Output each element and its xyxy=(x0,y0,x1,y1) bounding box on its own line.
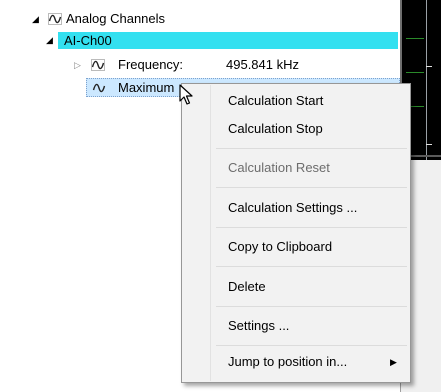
menu-separator xyxy=(216,266,407,267)
menu-item-jump-to-position[interactable]: Jump to position in... xyxy=(228,352,347,372)
axis-tick xyxy=(426,144,432,145)
menu-item-settings[interactable]: Settings ... xyxy=(228,316,289,336)
maximum-label: Maximum xyxy=(118,80,175,95)
tree-item-frequency[interactable]: Frequency: xyxy=(118,56,183,74)
menu-item-delete[interactable]: Delete xyxy=(228,277,266,297)
expanded-triangle-icon[interactable]: ◢ xyxy=(46,31,53,49)
axis-tick xyxy=(426,66,432,67)
menu-item-calculation-settings[interactable]: Calculation Settings ... xyxy=(228,198,357,218)
collapsed-triangle-icon[interactable]: ▷ xyxy=(74,56,81,74)
menu-separator xyxy=(216,306,407,307)
menu-item-copy-to-clipboard[interactable]: Copy to Clipboard xyxy=(228,237,332,257)
sine-wave-icon xyxy=(91,59,105,71)
menu-separator xyxy=(216,345,407,346)
expanded-triangle-icon[interactable]: ◢ xyxy=(32,10,39,28)
submenu-arrow-icon: ▶ xyxy=(390,357,397,367)
frequency-value: 495.841 kHz xyxy=(226,57,299,72)
menu-item-calculation-reset: Calculation Reset xyxy=(228,160,330,175)
menu-separator xyxy=(216,187,407,188)
context-menu: Calculation Start Calculation Stop Calcu… xyxy=(181,83,411,383)
menu-separator xyxy=(216,148,407,149)
chart-border xyxy=(426,0,427,160)
grid-line xyxy=(406,38,424,39)
menu-item-calculation-start[interactable]: Calculation Start xyxy=(228,91,323,111)
sine-wave-icon xyxy=(92,83,106,93)
grid-line xyxy=(406,72,424,73)
menu-gutter xyxy=(210,85,211,381)
sine-wave-icon xyxy=(48,13,62,25)
tree-item-channel[interactable]: AI-Ch00 xyxy=(58,32,398,49)
menu-item-calculation-stop[interactable]: Calculation Stop xyxy=(228,119,323,139)
mouse-pointer-icon xyxy=(179,84,193,105)
menu-separator xyxy=(216,227,407,228)
channel-label: AI-Ch00 xyxy=(64,33,112,48)
tree-item-analog-channels[interactable]: Analog Channels xyxy=(66,10,165,28)
